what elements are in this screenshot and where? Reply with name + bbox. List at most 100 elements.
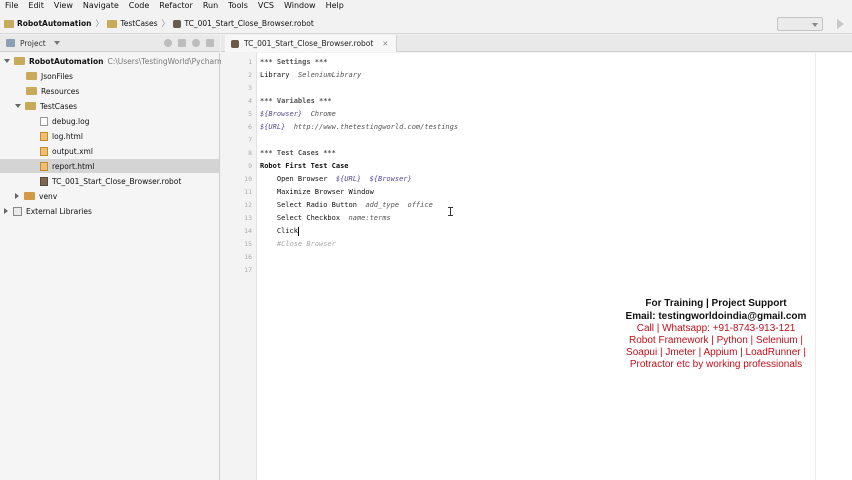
code-line-variables: *** Variables *** (260, 95, 332, 108)
menu-navigate[interactable]: Navigate (78, 0, 124, 12)
menu-view[interactable]: View (49, 0, 78, 12)
code-keyword: Click (260, 227, 298, 235)
gear-icon[interactable] (192, 39, 200, 47)
tree-item-label: RobotAutomation (29, 56, 104, 66)
chevron-down-icon[interactable] (15, 104, 21, 108)
code-editor[interactable]: 1 2 3 4 5 6 7 8 9 10 11 12 13 14 15 16 1… (221, 53, 852, 480)
line-number: 6 (248, 123, 252, 131)
robot-file-icon (231, 39, 239, 48)
tree-item-debug-log[interactable]: debug.log (40, 114, 89, 128)
tree-item-resources[interactable]: Resources (26, 84, 79, 98)
code-variable: ${URL} ${Browser} (335, 175, 412, 183)
tree-item-robotautomation[interactable]: RobotAutomation C:\Users\TestingWorld\Py… (4, 54, 236, 68)
code-line-select-checkbox: Select Checkbox name:terms (260, 212, 391, 225)
code-keyword: Select Checkbox (260, 214, 349, 222)
folder-icon (24, 192, 35, 200)
menu-help[interactable]: Help (321, 0, 349, 12)
section-header: *** Test Cases *** (260, 149, 336, 157)
line-number: 9 (248, 162, 252, 170)
robot-file-icon (173, 19, 182, 28)
scroll-from-source-icon[interactable] (164, 39, 172, 47)
navigation-bar: RobotAutomation 〉 TestCases 〉 TC_001_Sta… (0, 14, 852, 34)
tree-item-label: venv (39, 191, 58, 201)
menu-window[interactable]: Window (279, 0, 321, 12)
code-variable: ${Browser} (260, 110, 311, 118)
breadcrumb-folder[interactable]: TestCases (120, 19, 157, 28)
code-argument: http://www.thetestingworld.com/testings (293, 123, 459, 131)
tree-item-label: Resources (41, 86, 80, 96)
hide-panel-icon[interactable] (206, 39, 214, 47)
code-line-library: Library SeleniumLibrary (260, 69, 361, 82)
tree-item-jsonfiles[interactable]: JsonFiles (26, 69, 73, 83)
tree-item-robot-file[interactable]: TC_001_Start_Close_Browser.robot (40, 174, 181, 188)
chevron-right-icon[interactable] (4, 208, 8, 214)
tree-item-output-xml[interactable]: output.xml (40, 144, 93, 158)
folder-icon (107, 19, 118, 28)
breadcrumb-file[interactable]: TC_001_Start_Close_Browser.robot (184, 19, 313, 28)
promo-overlay: For Training | Project Support Email: te… (616, 297, 816, 371)
menu-vcs[interactable]: VCS (253, 0, 279, 12)
code-keyword: Library (260, 71, 298, 79)
breadcrumb-separator: 〉 (161, 19, 170, 28)
code-keyword: Open Browser (260, 175, 336, 183)
file-icon (40, 116, 48, 126)
tree-item-log-html[interactable]: log.html (40, 129, 83, 143)
project-panel-title[interactable]: Project (20, 39, 46, 48)
chevron-down-icon[interactable] (53, 41, 60, 45)
line-number: 5 (248, 110, 252, 118)
promo-phone: Call | Whatsapp: +91-8743-913-121 (636, 323, 796, 334)
code-argument: name:terms (348, 214, 391, 222)
line-number: 4 (248, 97, 252, 105)
tree-item-label: output.xml (52, 146, 93, 156)
code-line-browser-var: ${Browser} Chrome (260, 108, 336, 121)
tree-item-report-html[interactable]: report.html (0, 159, 219, 173)
run-configuration-select[interactable] (777, 17, 823, 31)
promo-title: For Training | Project Support (645, 298, 787, 309)
section-header: *** Variables *** (260, 97, 332, 105)
run-icon[interactable] (837, 19, 844, 29)
tree-item-label: log.html (52, 131, 83, 141)
line-number: 2 (248, 71, 252, 79)
editor-tab[interactable]: TC_001_Start_Close_Browser.robot ✕ (225, 35, 398, 52)
menu-refactor[interactable]: Refactor (154, 0, 198, 12)
breadcrumb-project[interactable]: RobotAutomation (17, 19, 91, 28)
promo-skills-3: Protractor etc by working professionals (629, 359, 803, 370)
line-number-gutter: 1 2 3 4 5 6 7 8 9 10 11 12 13 14 15 16 1… (221, 53, 257, 480)
close-icon[interactable]: ✕ (382, 40, 388, 48)
chevron-down-icon[interactable] (4, 59, 10, 63)
xml-file-icon (40, 146, 48, 156)
menu-bar: File Edit View Navigate Code Refactor Ru… (0, 0, 852, 12)
line-number: 1 (248, 58, 252, 66)
text-caret (297, 226, 299, 236)
collapse-all-icon[interactable] (178, 39, 186, 47)
code-line-url-var: ${URL} http://www.thetestingworld.com/te… (260, 121, 458, 134)
menu-edit[interactable]: Edit (23, 0, 49, 12)
code-line-select-radio: Select Radio Button add_type office (260, 199, 433, 212)
tree-item-label: debug.log (52, 116, 90, 126)
line-number: 17 (244, 266, 252, 274)
breadcrumb-separator: 〉 (95, 19, 104, 28)
menu-run[interactable]: Run (198, 0, 223, 12)
menu-code[interactable]: Code (124, 0, 154, 12)
code-argument: Chrome (310, 110, 336, 118)
folder-icon (4, 19, 14, 28)
project-panel-header: Project (0, 35, 220, 52)
menu-file[interactable]: File (0, 0, 23, 12)
promo-skills-2: Soapui | Jmeter | Appium | LoadRunner | (626, 347, 806, 358)
html-file-icon (40, 161, 48, 171)
mouse-ibeam-cursor (448, 207, 453, 216)
line-number: 14 (244, 227, 252, 235)
promo-email: Email: testingworldoindia@gmail.com (625, 311, 807, 322)
menu-tools[interactable]: Tools (223, 0, 253, 12)
chevron-right-icon[interactable] (15, 193, 19, 199)
code-line-maximize: Maximize Browser Window (260, 188, 374, 196)
library-icon (13, 206, 22, 216)
code-line-comment: #Close Browser (260, 238, 336, 251)
tree-item-label: JsonFiles (41, 71, 73, 81)
line-number: 16 (244, 253, 252, 261)
tree-item-testcases[interactable]: TestCases (15, 99, 77, 113)
tree-item-venv[interactable]: venv (15, 189, 57, 203)
tree-item-external-libraries[interactable]: External Libraries (4, 204, 92, 218)
tree-item-label: report.html (52, 161, 95, 171)
folder-icon (26, 72, 37, 80)
